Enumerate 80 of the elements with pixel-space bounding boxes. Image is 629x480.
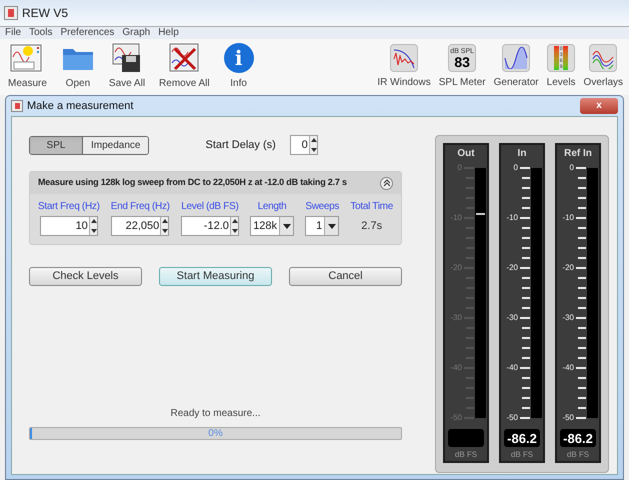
scale-label: -10 [450,213,462,223]
dialog-button[interactable]: Cancel [289,267,402,286]
meter-unit: dB FS [566,449,590,461]
scale-label: -50 [506,413,518,423]
dialog-button[interactable]: Start Measuring [159,267,272,286]
meter-title: Ref In [564,148,592,160]
dropdown[interactable]: 1 [305,216,340,236]
spinner-arrows-icon[interactable] [88,217,97,235]
dialog-button[interactable]: Check Levels [29,267,142,286]
dialog-title: Make a measurement [27,98,134,114]
overlay-curves-icon [589,44,618,72]
menu-item[interactable]: File [5,28,22,38]
scale-label: -10 [506,213,518,223]
meter-title: In [518,148,526,160]
start-delay-spinner[interactable]: 0 [290,135,318,155]
scale-label: -30 [450,313,462,323]
field-label: End Freq (Hz) [110,200,170,214]
info-icon: i [224,43,254,73]
scale-label: 0 [570,163,574,173]
meter-title: Out [457,148,475,160]
app-icon [4,6,18,20]
spinner-arrows-icon[interactable] [230,217,238,235]
menu-item[interactable]: Preferences [60,28,114,38]
scale-label: -40 [506,363,518,373]
sine-wave-icon [502,44,530,72]
mode-tab[interactable]: SPL [30,136,82,154]
meter-unit: dB FS [510,449,534,461]
spinner-arrows-icon[interactable] [308,136,317,154]
total-time-value: 2.7s [361,218,382,234]
scale-label: -20 [506,263,518,273]
measurement-window-icon [10,43,44,73]
scale-label: -20 [562,263,574,273]
scale-label: 0 [458,163,462,173]
field-label: Level (dB FS) [181,200,238,214]
field-label: Length [258,200,286,214]
menu-item[interactable]: Tools [29,28,52,38]
menu-item[interactable]: Graph [122,28,150,38]
window-title: REW V5 [22,5,68,22]
scale-label: -10 [562,213,574,223]
spinner-arrows-icon[interactable] [160,217,168,235]
scale-label: -30 [506,313,518,323]
toolbar-button[interactable]: i Info [222,43,256,91]
scale-label: -50 [562,413,574,423]
menu-item[interactable]: Help [158,28,179,38]
toolbar-button[interactable]: Save All [106,43,148,91]
meter-unit: dB FS [454,449,478,461]
status-text: Ready to measure... [169,407,262,421]
scale-label: -40 [450,363,462,373]
impulse-window-icon [390,44,418,72]
toolbar-button[interactable]: Remove All [157,43,212,91]
reading-display [448,429,484,447]
caret-icon [328,224,336,228]
number-spinner[interactable]: 22,050 [111,216,170,236]
collapse-icon[interactable] [380,176,393,190]
remove-graphs-icon [167,43,202,73]
toolbar-button[interactable]: IR Windows [377,44,431,90]
mode-tab[interactable]: Impedance [82,136,148,154]
caret-icon [282,224,291,228]
number-spinner[interactable]: -12.0 [180,216,239,236]
toolbar-button[interactable]: Generator [494,44,539,90]
meter-reading: -86.2 [507,432,537,444]
meter-reading: -86.2 [563,432,593,444]
scale-label: -30 [562,313,574,323]
sweep-summary: Measure using 128k log sweep from DC to 22,050H z at -12.0 dB taking 2.7 s [38,176,347,190]
dropdown[interactable]: 128k [250,216,294,236]
field-label: Sweeps [305,200,340,214]
toolbar-button[interactable]: Overlays [584,44,623,90]
toolbar-button[interactable]: Open [58,43,97,91]
field-label: Start Freq (Hz) [38,200,100,214]
close-button[interactable]: x [580,98,618,114]
toolbar-button[interactable]: Measure [6,43,49,91]
field-label: Total Time [350,200,393,214]
start-delay-label: Start Delay (s) [205,138,276,153]
scale-label: -40 [562,363,574,373]
app-icon [11,100,23,112]
number-spinner[interactable]: 10 [40,216,98,236]
scale-label: -20 [450,263,462,273]
progress-percent: 0% [208,428,223,439]
scale-label: 0 [514,163,518,173]
scale-label: -50 [450,413,462,423]
